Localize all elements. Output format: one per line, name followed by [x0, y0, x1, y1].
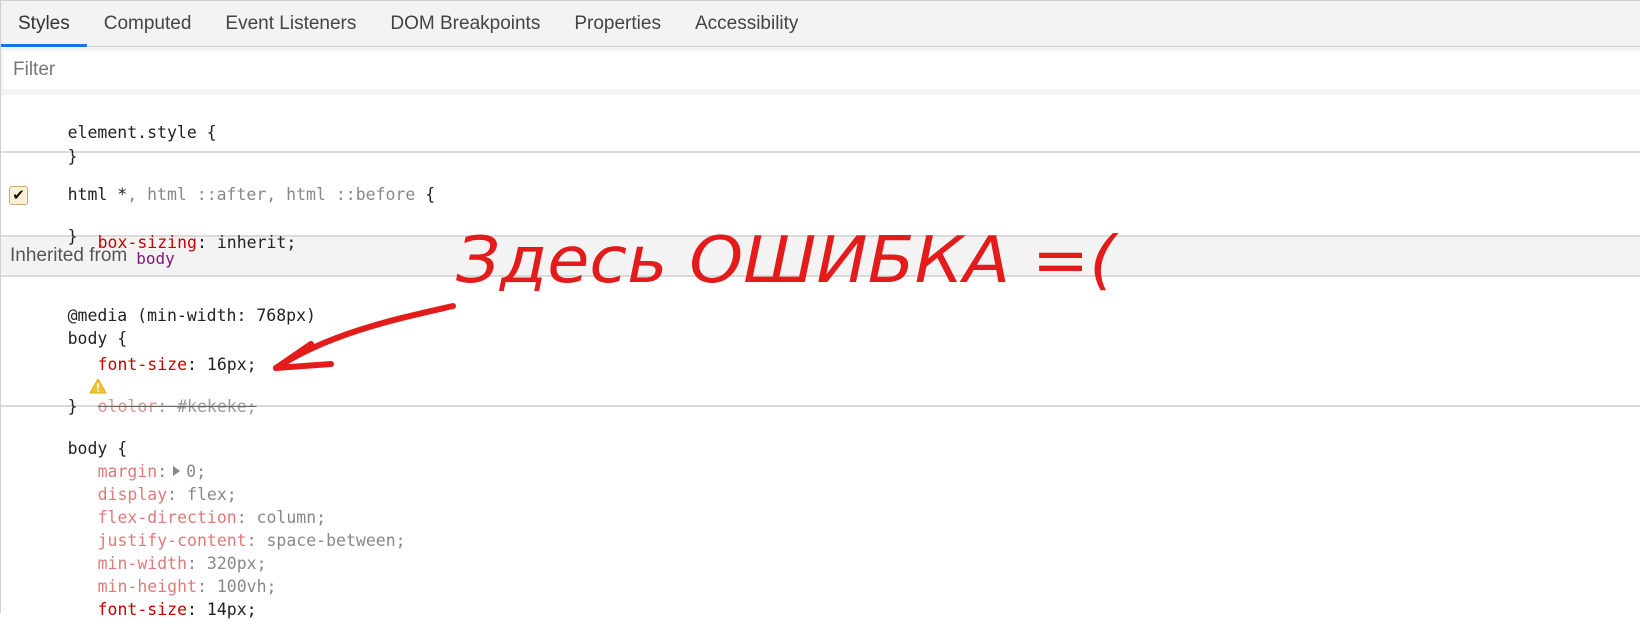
filter-input[interactable]: [3, 51, 1640, 89]
property-row: margin: 0;: [97, 462, 207, 481]
tab-accessibility[interactable]: Accessibility: [678, 1, 815, 46]
media-query: @media (min-width: 768px): [8, 281, 1640, 325]
rule-header: body {: [8, 304, 1640, 348]
close-brace[interactable]: }: [68, 227, 78, 246]
rule-header: html *, html ::after, html ::before {: [8, 159, 1640, 204]
property-name[interactable]: box-sizing: [98, 233, 197, 252]
property-row: min-width: 320px;: [97, 554, 267, 573]
tab-dom-breakpoints[interactable]: DOM Breakpoints: [373, 1, 557, 46]
rule-footer: }: [8, 121, 1640, 166]
tab-properties[interactable]: Properties: [557, 1, 678, 46]
tab-computed[interactable]: Computed: [87, 1, 209, 46]
checkmark-icon: ✔: [12, 186, 25, 204]
property-row: min-height: 100vh;: [97, 577, 277, 596]
property-row: justify-content: space-between;: [97, 531, 406, 550]
property-row: flex-direction: column;: [97, 508, 327, 527]
rule-element-style: element.style { }: [1, 95, 1640, 166]
rule-footer: }: [8, 207, 1640, 246]
tab-styles[interactable]: Styles: [1, 1, 87, 47]
property-row: ✔ box-sizing: inherit;: [8, 183, 1640, 252]
property-row: font-size: 16px;: [97, 355, 257, 374]
devtools-tab-bar: Styles Computed Event Listeners DOM Brea…: [1, 0, 1640, 47]
property-row-invalid: ololor: #kekeke;: [8, 352, 1640, 416]
rule-header: body {: [8, 411, 1640, 458]
property-row: display: flex;: [97, 485, 237, 504]
rule-footer: }: [8, 374, 1640, 416]
styles-pane: element.style { } html *, html ::after, …: [1, 95, 1640, 619]
filter-bar: [1, 47, 1640, 95]
rule-body: body { margin: 0; display: flex; flex-dir…: [1, 407, 1640, 619]
rule-html-universal: html *, html ::after, html ::before { ✔ …: [1, 153, 1640, 252]
property-enabled-checkbox[interactable]: ✔: [9, 186, 28, 205]
rule-media-body: @media (min-width: 768px) body { font-si…: [1, 277, 1640, 416]
tab-event-listeners[interactable]: Event Listeners: [208, 1, 373, 46]
property-value[interactable]: inherit: [217, 233, 287, 252]
property-row: font-size: 14px;: [97, 600, 257, 619]
property-value[interactable]: 14px: [207, 600, 247, 619]
property-name[interactable]: font-size: [98, 600, 187, 619]
rule-header: element.style {: [8, 97, 1640, 142]
